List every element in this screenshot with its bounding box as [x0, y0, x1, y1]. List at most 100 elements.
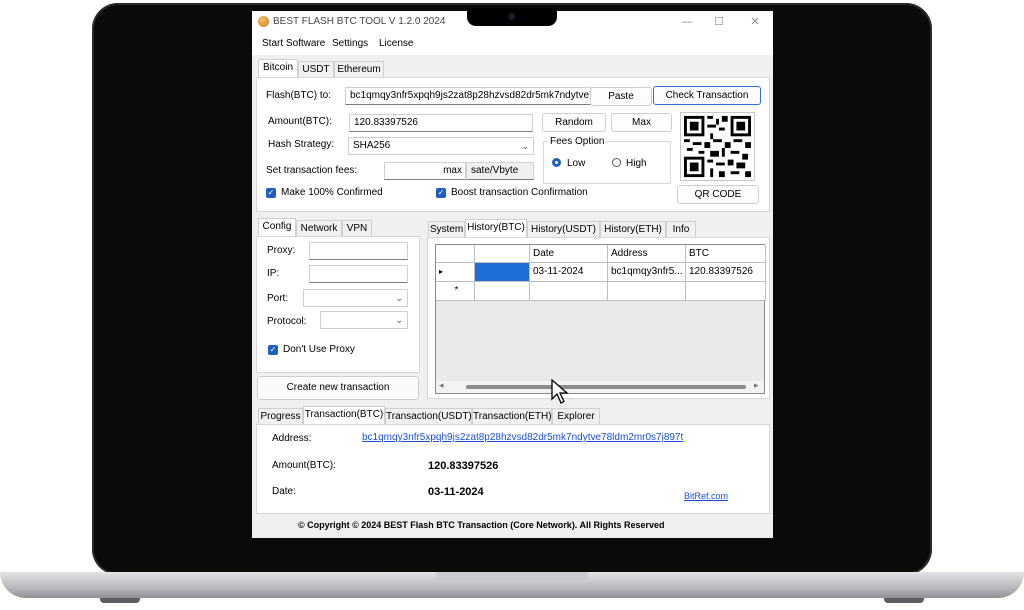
config-panel: Proxy: IP: Port: ⌄ Protocol: ⌄ ✓ Don't U…: [256, 236, 420, 373]
row-marker: ▸: [436, 263, 475, 282]
boost-checkbox[interactable]: ✓: [436, 188, 446, 198]
tab-progress[interactable]: Progress: [258, 408, 303, 424]
grid-header-date[interactable]: Date: [530, 245, 608, 263]
chevron-down-icon: ⌄: [395, 293, 403, 303]
confirm-checkbox[interactable]: ✓: [266, 188, 276, 198]
grid-header-btc[interactable]: BTC: [686, 245, 766, 263]
proxy-input[interactable]: [309, 242, 408, 260]
new-row-cell[interactable]: [475, 282, 530, 301]
new-row-cell[interactable]: [530, 282, 608, 301]
random-button[interactable]: Random: [542, 113, 606, 132]
port-select[interactable]: ⌄: [303, 289, 408, 307]
date-detail-value: 03-11-2024: [428, 486, 484, 498]
fees-input[interactable]: max: [384, 162, 466, 180]
scrollbar-thumb[interactable]: [466, 385, 746, 389]
tab-history-eth[interactable]: History(ETH): [600, 221, 666, 237]
horizontal-scrollbar[interactable]: ◂ ▸: [436, 380, 764, 393]
base-lip: [436, 572, 588, 582]
bitcoin-logo-icon: [258, 16, 269, 27]
selected-cell[interactable]: [475, 263, 530, 282]
port-label: Port:: [267, 293, 289, 304]
tab-history-usdt[interactable]: History(USDT): [527, 221, 600, 237]
boost-label: Boost transaction Confirmation: [451, 187, 588, 198]
address-link[interactable]: bc1qmqy3nfr5xpqh9js2zat8p28hzvsd82dr5mk7…: [362, 432, 683, 443]
flash-label: Flash(BTC) to:: [266, 90, 332, 101]
fees-unit: sate/Vbyte: [466, 162, 534, 180]
new-row-cell[interactable]: [608, 282, 686, 301]
tab-system[interactable]: System: [428, 221, 465, 237]
maximize-button[interactable]: ☐: [708, 14, 730, 30]
history-panel: Date Address BTC ▸ 03-11-2024 bc1qmqy3nf…: [427, 237, 770, 399]
new-row-cell[interactable]: [686, 282, 766, 301]
window-title: BEST FLASH BTC TOOL V 1.2.0 2024: [273, 16, 446, 27]
history-grid: Date Address BTC ▸ 03-11-2024 bc1qmqy3nf…: [435, 244, 766, 394]
tab-transaction-usdt[interactable]: Transaction(USDT): [385, 408, 472, 424]
check-transaction-button[interactable]: Check Transaction: [653, 86, 761, 105]
close-button[interactable]: ✕: [744, 14, 766, 30]
paste-button[interactable]: Paste: [590, 87, 652, 106]
new-row-marker: *: [436, 282, 475, 301]
scroll-right-icon[interactable]: ▸: [754, 380, 759, 391]
grid-header-blank: [475, 245, 530, 263]
tab-info[interactable]: Info: [666, 221, 696, 237]
mouse-cursor-icon: [551, 379, 569, 404]
tab-config[interactable]: Config: [258, 218, 296, 236]
fee-high-label: High: [626, 158, 647, 169]
fee-low-radio[interactable]: [552, 158, 561, 167]
fee-high-radio[interactable]: [612, 158, 621, 167]
qr-code-icon: [684, 115, 751, 178]
max-button[interactable]: Max: [611, 113, 672, 132]
table-cell-date[interactable]: 03-11-2024: [530, 263, 608, 282]
menu-bar: Start Software Settings License: [252, 33, 773, 55]
hash-strategy-value: SHA256: [353, 140, 391, 151]
chevron-down-icon: ⌄: [521, 141, 529, 151]
menu-start-software[interactable]: Start Software: [262, 38, 325, 49]
ip-label: IP:: [267, 268, 280, 279]
grid-corner: [436, 245, 475, 263]
laptop-foot: [884, 598, 924, 603]
proxy-label: Proxy:: [267, 245, 296, 256]
create-transaction-button[interactable]: Create new transaction: [257, 376, 419, 400]
tab-bitcoin[interactable]: Bitcoin: [258, 59, 298, 77]
amount-detail-label: Amount(BTC):: [272, 460, 336, 471]
flash-address-input[interactable]: bc1qmqy3nfr5xpqh9js2zat8p28hzvsd82dr5mk7…: [345, 87, 591, 105]
qr-code-button[interactable]: QR CODE: [677, 185, 759, 204]
grid-header-address[interactable]: Address: [608, 245, 686, 263]
address-label: Address:: [272, 433, 312, 444]
fees-option-title: Fees Option: [548, 136, 607, 147]
tab-ethereum[interactable]: Ethereum: [334, 61, 384, 77]
menu-license[interactable]: License: [379, 38, 413, 49]
tab-transaction-eth[interactable]: Transaction(ETH): [472, 408, 552, 424]
camera-notch: [467, 8, 557, 26]
tab-history-btc[interactable]: History(BTC): [465, 219, 527, 237]
explorer-link[interactable]: BitRef.com: [684, 491, 728, 501]
confirm-label: Make 100% Confirmed: [281, 187, 383, 198]
tab-explorer[interactable]: Explorer: [552, 408, 600, 424]
hash-strategy-select[interactable]: SHA256 ⌄: [348, 137, 534, 155]
table-cell-address[interactable]: bc1qmqy3nfr5...: [608, 263, 686, 282]
app-window: BEST FLASH BTC TOOL V 1.2.0 2024 — ☐ ✕ S…: [252, 11, 773, 538]
amount-label: Amount(BTC):: [268, 116, 332, 127]
hash-strategy-label: Hash Strategy:: [268, 139, 335, 150]
footer-copyright: © Copyright © 2024 BEST Flash BTC Transa…: [298, 520, 665, 530]
no-proxy-checkbox[interactable]: ✓: [268, 345, 278, 355]
menu-settings[interactable]: Settings: [332, 38, 368, 49]
date-detail-label: Date:: [272, 486, 296, 497]
tab-vpn[interactable]: VPN: [342, 220, 372, 236]
chevron-down-icon: ⌄: [395, 315, 403, 325]
laptop-base: [0, 572, 1024, 598]
camera-icon: [508, 13, 515, 20]
tab-usdt[interactable]: USDT: [298, 61, 334, 77]
table-cell-btc[interactable]: 120.83397526: [686, 263, 766, 282]
fees-option-group: Fees Option Low High: [543, 136, 671, 184]
tab-network[interactable]: Network: [296, 220, 342, 236]
amount-input[interactable]: 120.83397526: [349, 114, 533, 132]
protocol-select[interactable]: ⌄: [320, 311, 408, 329]
ip-input[interactable]: [309, 265, 408, 283]
scroll-left-icon[interactable]: ◂: [439, 380, 444, 391]
minimize-button[interactable]: —: [676, 14, 698, 30]
tab-transaction-btc[interactable]: Transaction(BTC): [303, 406, 385, 424]
transaction-details-panel: Address: bc1qmqy3nfr5xpqh9js2zat8p28hzvs…: [256, 424, 770, 514]
amount-detail-value: 120.83397526: [428, 460, 499, 472]
qr-code-image: [680, 112, 755, 181]
